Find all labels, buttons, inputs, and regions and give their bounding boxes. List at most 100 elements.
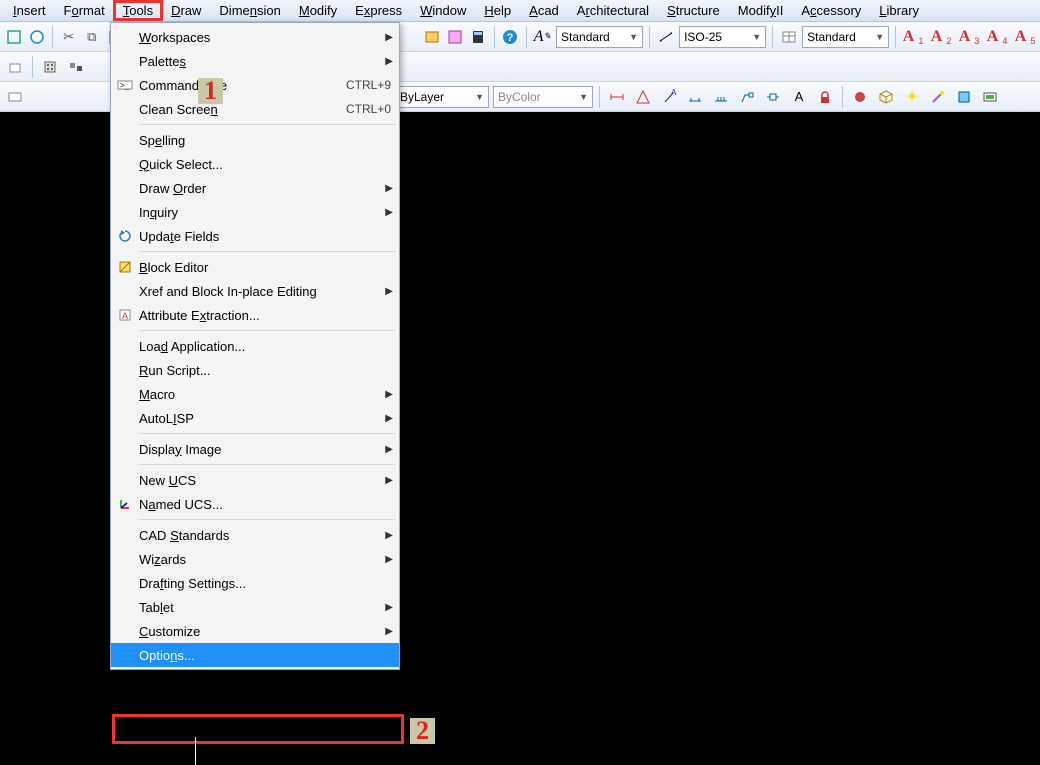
menu-item-label: Tablet xyxy=(139,600,174,615)
menu-tools[interactable]: Tools xyxy=(114,1,162,20)
text-style-combo[interactable]: Standard▼ xyxy=(556,26,643,48)
menu-item-label: Draw Order xyxy=(139,181,206,196)
toolbar-icon[interactable] xyxy=(27,26,46,48)
menu-express[interactable]: Express xyxy=(346,1,411,20)
menu-item-label: Block Editor xyxy=(139,260,208,275)
submenu-arrow-icon: ▶ xyxy=(385,554,393,565)
menu-item-spelling[interactable]: Spelling xyxy=(111,128,399,152)
toolbar-icon[interactable] xyxy=(4,56,26,78)
menu-item-options[interactable]: Options... xyxy=(111,643,399,667)
menu-library[interactable]: Library xyxy=(870,1,928,20)
annotation-style-2[interactable]: A2 xyxy=(930,26,952,48)
toolbar-icon[interactable] xyxy=(422,26,441,48)
menu-item-display-image[interactable]: Display Image▶ xyxy=(111,437,399,461)
menu-item-drafting-settings[interactable]: Drafting Settings... xyxy=(111,571,399,595)
menu-structure[interactable]: Structure xyxy=(658,1,729,20)
dim-icon[interactable] xyxy=(684,86,706,108)
menu-item-tablet[interactable]: Tablet▶ xyxy=(111,595,399,619)
menu-item-customize[interactable]: Customize▶ xyxy=(111,619,399,643)
menu-format[interactable]: Format xyxy=(55,1,114,20)
menu-item-inquiry[interactable]: Inquiry▶ xyxy=(111,200,399,224)
menu-item-cad-standards[interactable]: CAD Standards▶ xyxy=(111,523,399,547)
toolbar-icon[interactable] xyxy=(446,26,465,48)
menu-item-wizards[interactable]: Wizards▶ xyxy=(111,547,399,571)
menu-item-block-editor[interactable]: Block Editor xyxy=(111,255,399,279)
menu-modify[interactable]: Modify xyxy=(290,1,346,20)
menu-item-workspaces[interactable]: Workspaces▶ xyxy=(111,25,399,49)
menu-item-macro[interactable]: Macro ▶ xyxy=(111,382,399,406)
menu-item-run-script[interactable]: Run Script... xyxy=(111,358,399,382)
menu-modifyii[interactable]: ModifyII xyxy=(729,1,793,20)
toolbar-icon[interactable] xyxy=(953,86,975,108)
annotation-style-4[interactable]: A4 xyxy=(986,26,1008,48)
annotation-style-5[interactable]: A5 xyxy=(1014,26,1036,48)
textstyle-icon[interactable]: A✎ xyxy=(533,26,552,48)
tablestyle-icon[interactable] xyxy=(779,26,798,48)
help-icon[interactable]: ? xyxy=(501,26,520,48)
menu-item-named-ucs[interactable]: Named UCS... xyxy=(111,492,399,516)
menu-item-label: AutoLISP xyxy=(139,411,194,426)
menu-accessory[interactable]: Accessory xyxy=(792,1,870,20)
menu-help[interactable]: Help xyxy=(475,1,520,20)
menu-architectural[interactable]: Architectural xyxy=(568,1,658,20)
dim-icon[interactable] xyxy=(632,86,654,108)
plotstyle-combo[interactable]: ByColor▼ xyxy=(493,86,593,108)
render-icon[interactable] xyxy=(849,86,871,108)
annotation-style-1[interactable]: A1 xyxy=(902,26,924,48)
dim-icon[interactable] xyxy=(762,86,784,108)
menu-item-attribute-extraction[interactable]: AAttribute Extraction... xyxy=(111,303,399,327)
menu-item-clean-screen[interactable]: Clean ScreenCTRL+0 xyxy=(111,97,399,121)
menu-item-update-fields[interactable]: Update Fields xyxy=(111,224,399,248)
annotation-style-3[interactable]: A3 xyxy=(958,26,980,48)
menu-item-label: Spelling xyxy=(139,133,185,148)
menu-item-label: Macro xyxy=(139,387,175,402)
menu-item-label: Run Script... xyxy=(139,363,211,378)
menu-item-autolisp[interactable]: AutoLISP▶ xyxy=(111,406,399,430)
toolbar-icon[interactable] xyxy=(979,86,1001,108)
menu-separator xyxy=(139,124,395,125)
menu-item-new-ucs[interactable]: New UCS▶ xyxy=(111,468,399,492)
toolbar-icon[interactable] xyxy=(4,26,23,48)
separator xyxy=(649,26,650,48)
light-icon[interactable] xyxy=(901,86,923,108)
combo-value: Standard xyxy=(561,30,610,44)
separator xyxy=(32,56,33,78)
menu-item-quick-select[interactable]: Quick Select... xyxy=(111,152,399,176)
submenu-arrow-icon: ▶ xyxy=(385,389,393,400)
submenu-arrow-icon: ▶ xyxy=(385,32,393,43)
submenu-arrow-icon: ▶ xyxy=(385,56,393,67)
separator xyxy=(526,26,527,48)
dim-icon[interactable] xyxy=(736,86,758,108)
calculator-icon[interactable] xyxy=(469,26,488,48)
copy-icon[interactable]: ⧉ xyxy=(82,26,101,48)
menu-item-draw-order[interactable]: Draw Order▶ xyxy=(111,176,399,200)
table-style-combo[interactable]: Standard▼ xyxy=(802,26,889,48)
dim-icon[interactable]: A xyxy=(788,86,810,108)
toolbar-icon[interactable] xyxy=(4,86,26,108)
menu-dimension[interactable]: Dimension xyxy=(210,1,289,20)
dim-style-combo[interactable]: ISO-25▼ xyxy=(679,26,766,48)
attr-icon: A xyxy=(117,307,133,323)
menu-item-command-line[interactable]: >_Command LineCTRL+9 xyxy=(111,73,399,97)
menu-item-xref-and-block-in-place-editing[interactable]: Xref and Block In-place Editing▶ xyxy=(111,279,399,303)
lock-icon[interactable] xyxy=(814,86,836,108)
menu-item-label: Drafting Settings... xyxy=(139,576,246,591)
toolbar-icon[interactable] xyxy=(39,56,61,78)
dim-icon[interactable]: A xyxy=(658,86,680,108)
menu-window[interactable]: Window xyxy=(411,1,475,20)
menu-acad[interactable]: Acad xyxy=(520,1,568,20)
wand-icon[interactable] xyxy=(927,86,949,108)
menu-draw[interactable]: Draw xyxy=(162,1,210,20)
toolbar-icon[interactable] xyxy=(65,56,87,78)
dimstyle-icon[interactable] xyxy=(656,26,675,48)
dim-linear-icon[interactable] xyxy=(606,86,628,108)
shortcut-label: CTRL+0 xyxy=(346,102,391,116)
dim-icon[interactable] xyxy=(710,86,732,108)
submenu-arrow-icon: ▶ xyxy=(385,530,393,541)
cube-icon[interactable] xyxy=(875,86,897,108)
cut-icon[interactable]: ✂ xyxy=(59,26,78,48)
menu-insert[interactable]: Insert xyxy=(4,1,55,20)
menu-item-load-application[interactable]: Load Application... xyxy=(111,334,399,358)
menu-item-palettes[interactable]: Palettes▶ xyxy=(111,49,399,73)
svg-text:>_: >_ xyxy=(120,81,130,90)
